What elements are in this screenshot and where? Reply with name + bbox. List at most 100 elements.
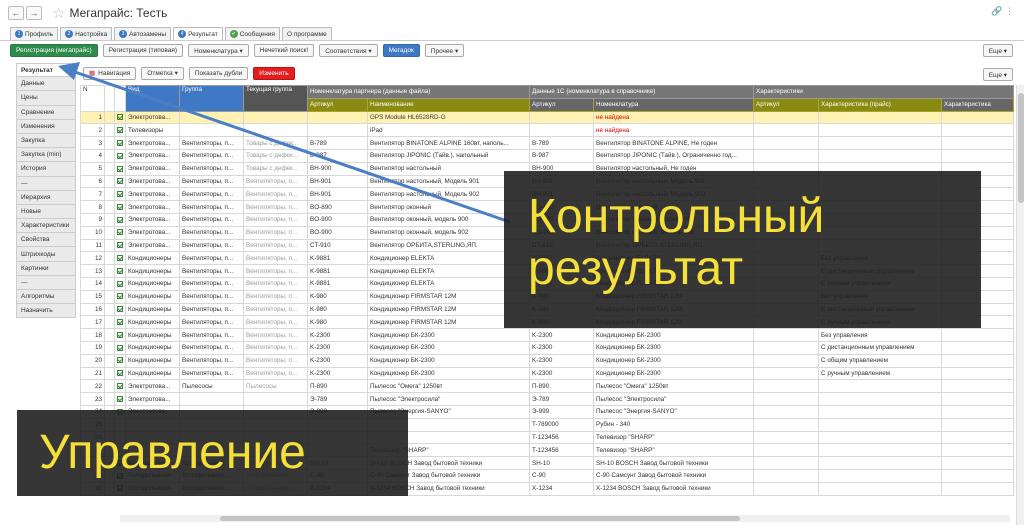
sidebar-item-13[interactable]: Штрихкоды [16,247,76,262]
table-cell [818,148,943,163]
sidebar-item-0[interactable]: Результат [16,63,76,78]
checkbox-checked-icon[interactable] [117,370,123,377]
checkbox-checked-icon[interactable] [117,165,123,172]
other-menu-button[interactable]: Прочее ▾ [424,44,465,57]
tab-3[interactable]: 4 Результат [173,27,223,40]
table-row[interactable]: 1 Электротова... GPS Module HL6528RD-G не н… [80,110,1015,125]
table-cell [114,136,126,150]
checkbox-checked-icon[interactable] [117,331,123,338]
fuzzy-search-button[interactable]: Нечеткий поиск! [253,44,315,57]
sidebar-item-16[interactable]: Алгоритмы [16,290,76,305]
horizontal-scroll-thumb[interactable] [220,516,740,521]
checkbox-checked-icon[interactable] [117,127,123,134]
checkbox-checked-icon[interactable] [117,357,123,364]
horizontal-scrollbar[interactable] [120,515,1010,522]
sidebar-item-15[interactable]: — [16,275,76,290]
sidebar-item-6[interactable]: Закупка (min) [16,148,76,163]
checkbox-checked-icon[interactable] [117,152,123,159]
table-cell: С дистанционным управлением [818,340,943,355]
table-row[interactable]: 22 Электротова... Пылесосы Пылесосы П-890 Пыл… [80,379,1015,394]
checkbox-checked-icon[interactable] [117,344,123,351]
col-group[interactable]: Группа [179,85,244,112]
table-row[interactable]: 20 Кондиционеры Вентиляторы, п... Вентилято… [80,353,1015,368]
col-char-price[interactable]: Характеристика (прайс) [818,97,943,112]
more-top-button[interactable]: Еще ▾ [982,44,1013,57]
table-cell: Вентиляторы, п... [243,328,308,342]
checkbox-checked-icon[interactable] [117,242,123,249]
checkbox-checked-icon[interactable] [117,203,123,210]
sidebar-item-10[interactable]: Новые [16,204,76,220]
tab-4[interactable]: ✔ Сообщения [224,27,280,40]
col-current-group[interactable]: Текущая группа [243,85,308,112]
register-standard-button[interactable]: Регистрация (типовая) [102,44,184,57]
col-n[interactable]: N [80,85,105,112]
vertical-scroll-thumb[interactable] [1018,93,1024,203]
sidebar-item-12[interactable]: Свойства [16,233,76,248]
table-cell: K-9881 [307,251,368,266]
checkbox-checked-icon[interactable] [117,267,123,274]
table-cell [307,123,368,138]
table-row[interactable]: 2 Телевизоры iPad не найдена [80,123,1015,138]
checkbox-checked-icon[interactable] [117,383,123,390]
link-and-menu-icons[interactable]: 🔗 ⋮ [991,6,1014,17]
table-row[interactable]: 21 Кондиционеры Вентиляторы, п... Вентилято… [80,366,1015,381]
sidebar-item-4[interactable]: Изменения [16,119,76,134]
checkbox-checked-icon[interactable] [117,255,123,262]
tab-0[interactable]: 1 Профиль [10,27,59,40]
sidebar-item-14[interactable]: Картинки [16,261,76,276]
checkbox-checked-icon[interactable] [117,178,123,185]
checkbox-checked-icon[interactable] [117,306,123,313]
megadoc-button[interactable]: Мегадок [382,44,420,57]
star-icon[interactable]: ☆ [52,4,65,22]
checkbox-checked-icon[interactable] [117,191,123,198]
table-cell: T-123456 [529,430,595,445]
checkbox-checked-icon[interactable] [117,293,123,300]
table-row[interactable]: 23 Электротова... Э-789 Пылесос "Электросил… [80,392,1015,406]
sidebar-item-5[interactable]: Закупка [16,133,76,149]
sidebar-item-3[interactable]: Сравнение [16,105,76,120]
matches-menu-button[interactable]: Соответствия ▾ [319,44,378,57]
nomenclature-menu-button[interactable]: Номенклатура ▾ [188,44,249,57]
col-char-art[interactable]: Артикул [753,97,820,112]
navigation-button[interactable]: ▦ Навигация [83,66,137,80]
register-megaprice-button[interactable]: Регистрация (мегапрайс) [10,44,98,57]
tab-1[interactable]: 2 Настройка [60,27,113,40]
sidebar-item-8[interactable]: — [16,176,76,191]
back-arrow-icon[interactable]: ← [8,6,24,20]
sidebar-item-7[interactable]: История [16,162,76,177]
col-partner-name[interactable]: Наименование [366,97,531,112]
checkbox-checked-icon[interactable] [117,216,123,223]
checkbox-checked-icon[interactable] [117,139,123,146]
table-cell: Электротова... [125,200,180,214]
table-cell [529,123,595,138]
sidebar-item-9[interactable]: Иерархия [16,190,76,205]
col-c1-nom[interactable]: Номенклатура [593,97,755,112]
checkbox-checked-icon[interactable] [117,280,123,287]
sidebar-item-17[interactable]: Назначить [16,304,76,319]
table-row[interactable]: 18 Кондиционеры Вентиляторы, п... Вентилято… [80,328,1015,342]
forward-arrow-icon[interactable]: → [26,6,42,20]
table-cell: Вентилятор JIPONIC (Тайв.), напольный [366,148,531,163]
more-grid-button[interactable]: Еще ▾ [982,68,1013,81]
checkbox-checked-icon[interactable] [117,114,123,121]
sidebar-item-2[interactable]: Цены [16,91,76,106]
col-char[interactable]: Характеристика [941,97,1015,112]
vertical-scrollbar[interactable] [1016,85,1024,525]
col-c1-art[interactable]: Артикул [529,97,595,112]
table-row[interactable]: 4 Электротова... Вентиляторы, п... Товары с… [80,148,1015,163]
checkbox-checked-icon[interactable] [117,395,123,402]
col-vid[interactable]: Вид [125,85,180,112]
change-button[interactable]: Изменить [253,66,295,80]
table-row[interactable]: 19 Кондиционеры Вентиляторы, п... Вентилято… [80,340,1015,355]
table-row[interactable]: 3 Электротова... Вентиляторы, п... Товары с… [80,136,1015,150]
tab-5[interactable]: О программе [281,27,332,40]
checkbox-checked-icon[interactable] [117,319,123,326]
sidebar-item-1[interactable]: Данные [16,77,76,92]
checkbox-checked-icon[interactable] [117,229,123,236]
sidebar-item-11[interactable]: Характеристики [16,219,76,234]
mark-menu-button[interactable]: Отметка ▾ [141,66,184,80]
show-duplicates-button[interactable]: Показать дубли [188,66,249,80]
tab-2[interactable]: 3 Автозамены [114,27,172,40]
col-partner-art[interactable]: Артикул [307,97,368,112]
table-cell: Кондиционеры [125,276,180,291]
